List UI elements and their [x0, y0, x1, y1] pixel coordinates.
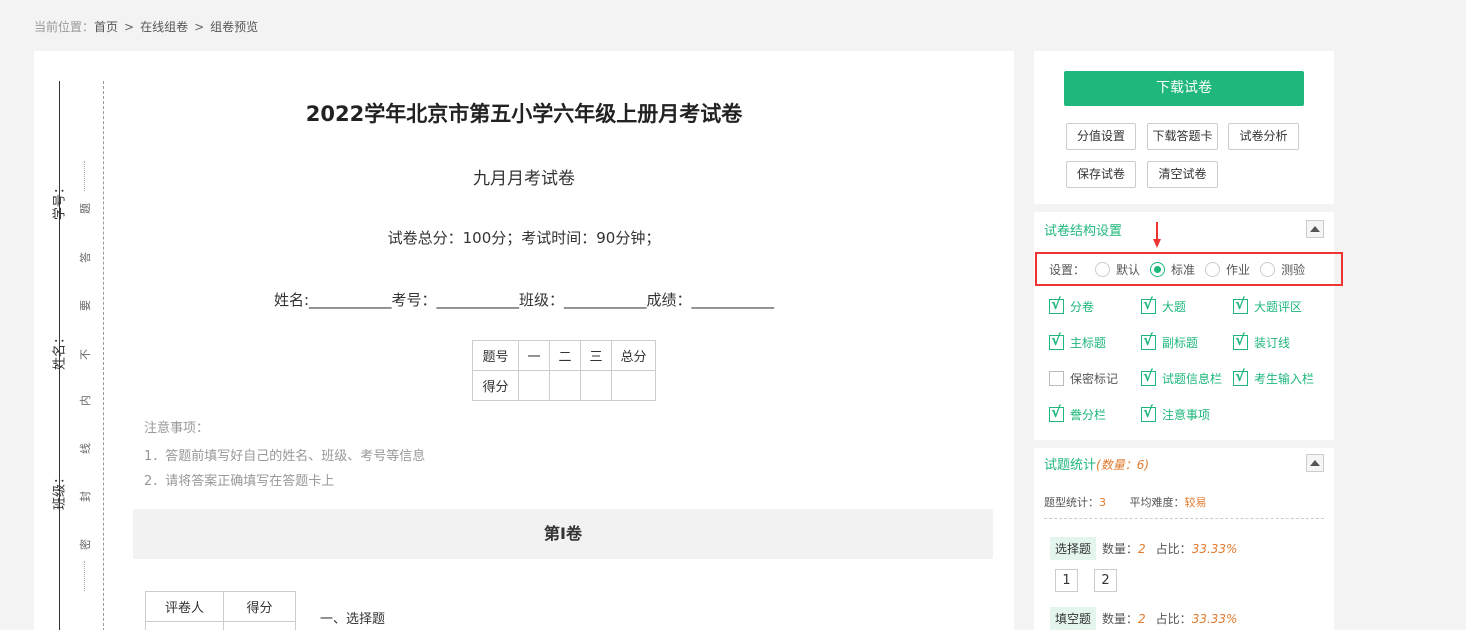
score-cell [611, 370, 656, 401]
score-table: 题号 一 二 三 总分 得分 [472, 340, 656, 401]
grader-table: 评卷人 得分 [145, 591, 296, 630]
binding-char: 内 [79, 395, 92, 406]
question-section-title: 一、选择题 [320, 612, 386, 627]
binding-char: 线 [79, 443, 92, 454]
option-confidential-mark[interactable]: 保密标记 [1049, 370, 1118, 387]
binding-char: 封 [79, 491, 92, 502]
qtype-tag[interactable]: 填空题 [1050, 607, 1097, 630]
checkbox-checked-icon[interactable] [1141, 331, 1156, 350]
score-header-cell: 二 [549, 340, 581, 371]
stats-panel-title: 试题统计(数量：6) [1044, 458, 1150, 473]
option-score-bar[interactable]: 誊分栏 [1049, 403, 1106, 423]
red-arrow-icon [1153, 222, 1161, 248]
breadcrumb-separator: > [124, 20, 135, 34]
mode-label: 测验 [1281, 263, 1306, 277]
checkbox-checked-icon[interactable] [1049, 295, 1064, 314]
mode-radio-quiz[interactable] [1260, 262, 1276, 277]
binding-char: 不 [79, 349, 92, 360]
breadcrumb: 当前位置：首页 > 在线组卷 > 组卷预览 [34, 18, 258, 35]
grader-cell [145, 621, 224, 630]
option-student-input-bar[interactable]: 考生输入栏 [1233, 367, 1314, 387]
score-header-cell: 题号 [472, 340, 519, 371]
checkbox-checked-icon[interactable] [1141, 367, 1156, 386]
divider [1044, 518, 1324, 519]
actions-panel: 下载试卷 分值设置 下载答题卡 试卷分析 保存试卷 清空试卷 [1034, 51, 1334, 204]
binding-char: 密 [79, 539, 92, 550]
breadcrumb-home[interactable]: 首页 [94, 20, 118, 34]
option-subtitle[interactable]: 副标题 [1141, 331, 1198, 351]
checkbox-checked-icon[interactable] [1049, 403, 1064, 422]
mode-label: 作业 [1226, 263, 1251, 277]
score-table-row: 得分 [472, 370, 656, 401]
mode-radio-default[interactable] [1095, 262, 1111, 277]
collapse-icon[interactable] [1306, 220, 1324, 238]
breadcrumb-online-compose[interactable]: 在线组卷 [140, 20, 188, 34]
binding-student-id: 学号： [52, 181, 68, 221]
score-cell [549, 370, 581, 401]
option-split-paper[interactable]: 分卷 [1049, 295, 1094, 315]
option-binding-line[interactable]: 装订线 [1233, 331, 1290, 351]
notice-title: 注意事项： [144, 421, 210, 436]
breadcrumb-preview: 组卷预览 [210, 20, 259, 34]
stats-summary: 题型统计：3 平均难度：较易 [1044, 496, 1207, 509]
checkbox-checked-icon[interactable] [1049, 331, 1064, 350]
question-number-button[interactable]: 1 [1055, 569, 1078, 592]
student-info: 姓名:___________考号：___________班级：_________… [273, 291, 775, 309]
setting-label: 设置： [1049, 263, 1086, 277]
checkbox-checked-icon[interactable] [1233, 367, 1248, 386]
paper-analysis-button[interactable]: 试卷分析 [1228, 123, 1299, 150]
exam-paper: 学号： 姓名： 班级： 题 答 要 不 内 线 封 密 2022学年北京市第五小… [34, 51, 1014, 630]
paper-subtitle: 九月月考试卷 [473, 169, 575, 189]
option-notices[interactable]: 注意事项 [1141, 403, 1210, 423]
score-cell [580, 370, 612, 401]
binding-char: 题 [79, 203, 92, 214]
question-number-button[interactable]: 2 [1094, 569, 1117, 592]
binding-dots [84, 561, 85, 591]
mode-setting-row: 设置： 默认 标准 作业 测验 [1049, 261, 1305, 278]
qtype-tag[interactable]: 选择题 [1050, 537, 1097, 560]
checkbox-checked-icon[interactable] [1233, 295, 1248, 314]
download-paper-button[interactable]: 下载试卷 [1064, 71, 1304, 106]
structure-panel-title: 试卷结构设置 [1044, 224, 1123, 239]
checkbox-checked-icon[interactable] [1233, 331, 1248, 350]
binding-class: 班级： [52, 471, 68, 511]
clear-paper-button[interactable]: 清空试卷 [1147, 161, 1218, 188]
save-paper-button[interactable]: 保存试卷 [1066, 161, 1136, 188]
mode-label: 默认 [1116, 263, 1141, 277]
score-cell [518, 370, 550, 401]
score-settings-button[interactable]: 分值设置 [1066, 123, 1136, 150]
grader-header: 得分 [223, 591, 296, 622]
stats-count: (数量：6) [1096, 458, 1150, 472]
grader-cell [223, 621, 296, 630]
mode-radio-standard[interactable] [1150, 262, 1166, 277]
mode-radio-homework[interactable] [1205, 262, 1221, 277]
section-title: 第I卷 [133, 509, 993, 559]
binding-name: 姓名： [52, 331, 68, 371]
score-header-cell: 三 [580, 340, 612, 371]
score-header-cell: 总分 [611, 340, 656, 371]
notice-item: 1．答题前填写好自己的姓名、班级、考号等信息 [144, 449, 426, 464]
option-big-question[interactable]: 大题 [1141, 295, 1186, 315]
option-big-question-score-area[interactable]: 大题评区 [1233, 295, 1302, 315]
checkbox-unchecked-icon[interactable] [1049, 371, 1064, 386]
checkbox-checked-icon[interactable] [1141, 403, 1156, 422]
collapse-icon[interactable] [1306, 454, 1324, 472]
qtype-fill-blank: 填空题 数量： 2 占比： 33.33% [1050, 607, 1237, 630]
option-question-info-bar[interactable]: 试题信息栏 [1141, 367, 1222, 387]
checkbox-checked-icon[interactable] [1141, 295, 1156, 314]
breadcrumb-separator: > [194, 20, 205, 34]
option-main-title[interactable]: 主标题 [1049, 331, 1106, 351]
paper-title: 2022学年北京市第五小学六年级上册月考试卷 [305, 102, 743, 126]
score-row-label: 得分 [472, 370, 519, 401]
exam-info: 试卷总分：100分；考试时间：90分钟； [387, 229, 661, 247]
mode-label: 标准 [1171, 263, 1196, 277]
grader-header: 评卷人 [145, 591, 224, 622]
notice-item: 2．请将答案正确填写在答题卡上 [144, 474, 335, 489]
download-answer-sheet-button[interactable]: 下载答题卡 [1147, 123, 1218, 150]
score-table-header: 题号 一 二 三 总分 [472, 340, 656, 371]
breadcrumb-label: 当前位置： [34, 20, 95, 34]
score-header-cell: 一 [518, 340, 550, 371]
binding-char: 答 [79, 252, 92, 263]
qtype-choice: 选择题 数量： 2 占比： 33.33% [1050, 537, 1237, 560]
